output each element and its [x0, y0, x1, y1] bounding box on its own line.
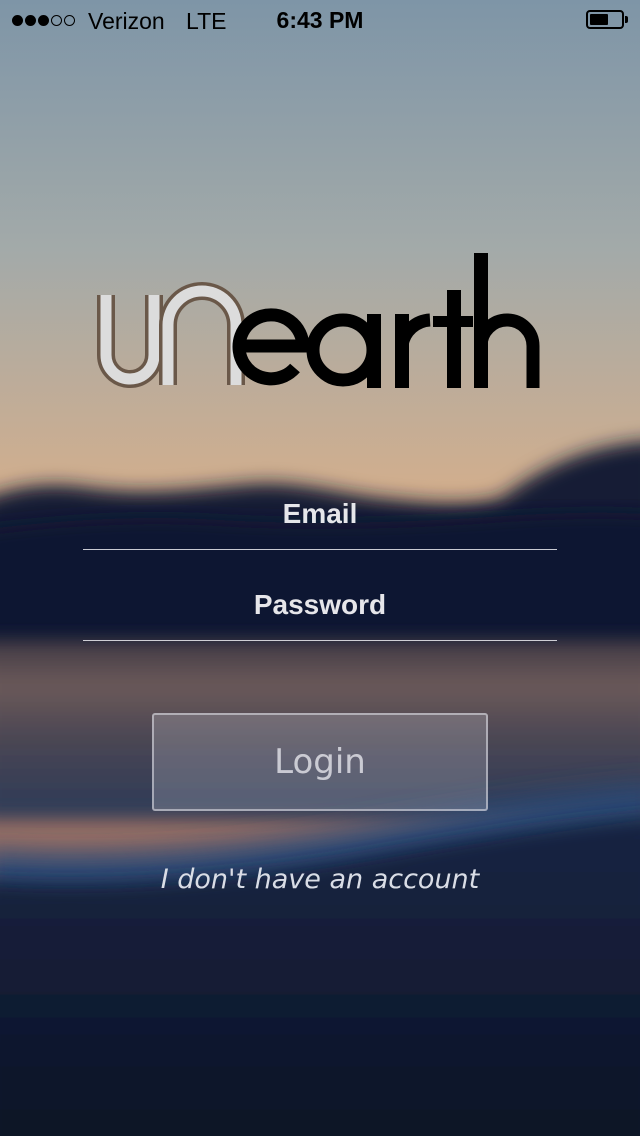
- email-input[interactable]: [83, 479, 557, 549]
- battery-cap: [625, 16, 628, 23]
- background-image: [0, 0, 640, 1136]
- password-input[interactable]: [83, 570, 557, 640]
- email-field-container: [83, 479, 557, 550]
- status-bar: Verizon LTE 6:43 PM: [0, 0, 640, 40]
- status-time: 6:43 PM: [276, 7, 364, 33]
- login-screen: Verizon LTE 6:43 PM Email Login I don't …: [0, 0, 640, 1136]
- battery-level-fill: [590, 14, 608, 25]
- password-field-container: [83, 570, 557, 641]
- login-button[interactable]: Login: [152, 713, 488, 811]
- no-account-link[interactable]: I don't have an account: [0, 864, 640, 895]
- app-logo: [95, 250, 545, 400]
- battery-icon: [586, 10, 628, 29]
